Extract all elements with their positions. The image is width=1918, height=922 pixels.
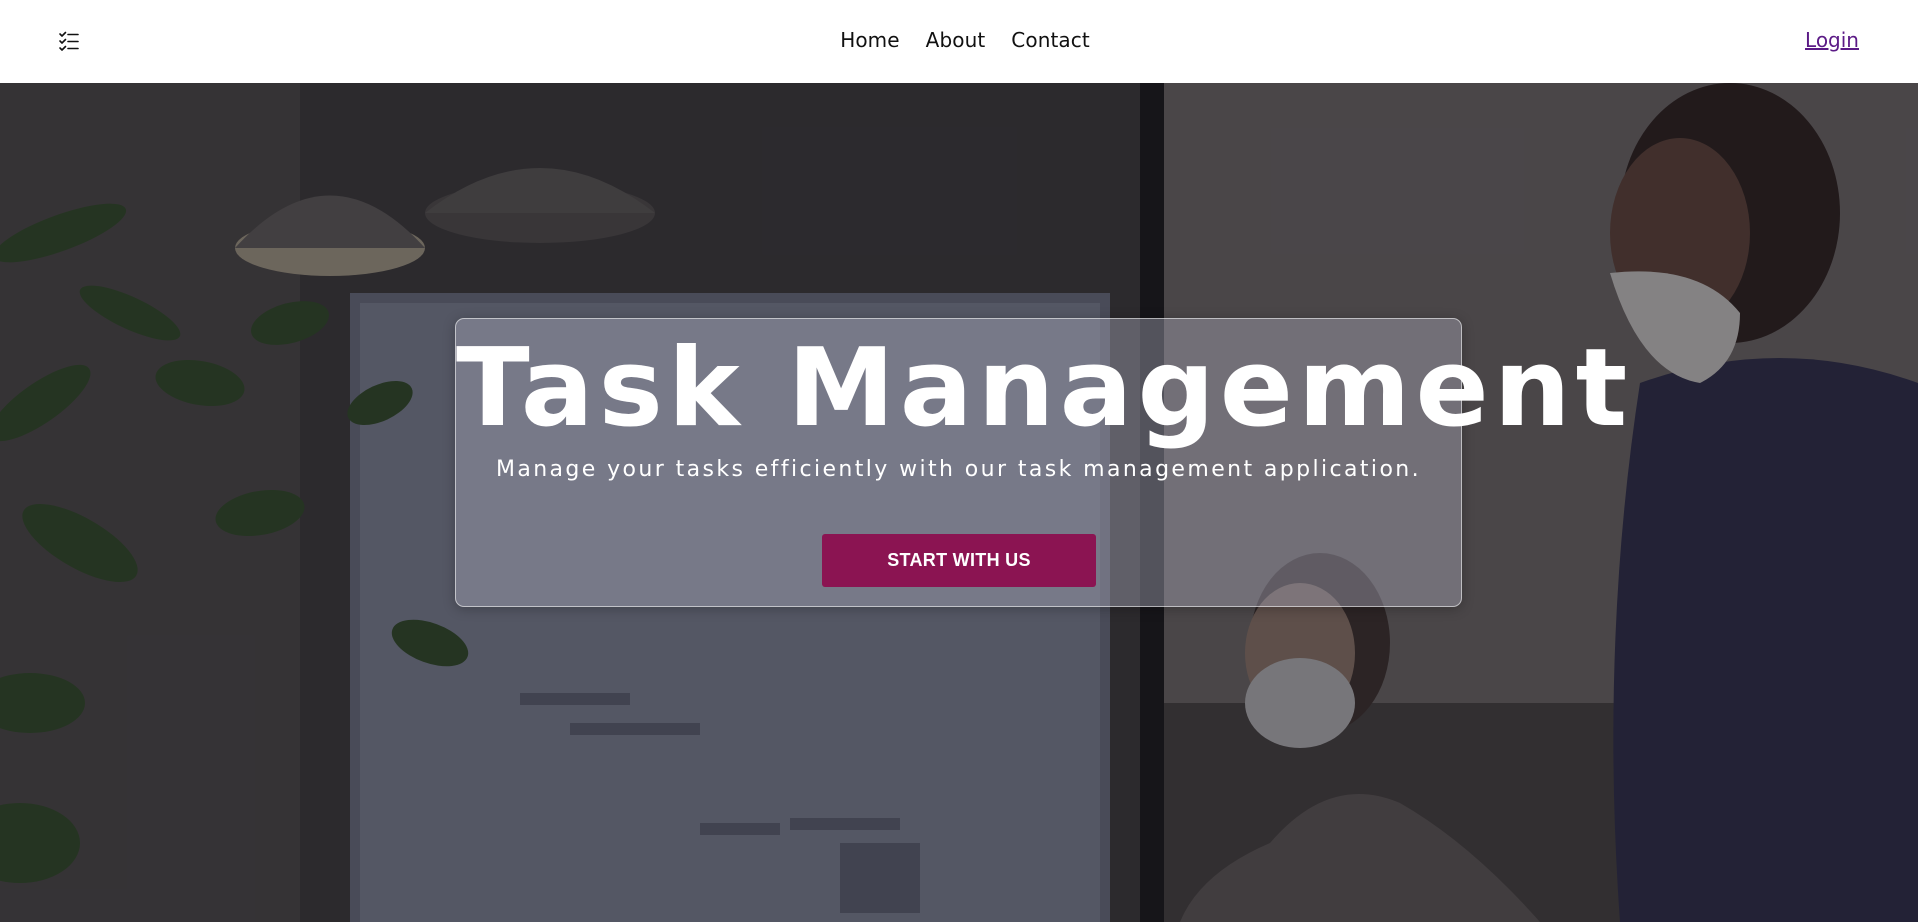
hero-subtitle: Manage your tasks efficiently with our t… [495, 457, 1422, 482]
nav-link-about[interactable]: About [926, 28, 986, 52]
nav-link-contact[interactable]: Contact [1011, 28, 1090, 52]
hero-title: Task Management [456, 326, 1633, 451]
nav-link-home[interactable]: Home [840, 28, 899, 52]
main-nav: Home About Contact [0, 28, 1918, 52]
navbar: Home About Contact Login [0, 0, 1918, 83]
start-with-us-button[interactable]: START WITH US [822, 534, 1096, 587]
login-link[interactable]: Login [1805, 28, 1859, 52]
hero-section: Task Management Manage your tasks effici… [0, 83, 1918, 922]
hero-card: Task Management Manage your tasks effici… [455, 318, 1633, 607]
